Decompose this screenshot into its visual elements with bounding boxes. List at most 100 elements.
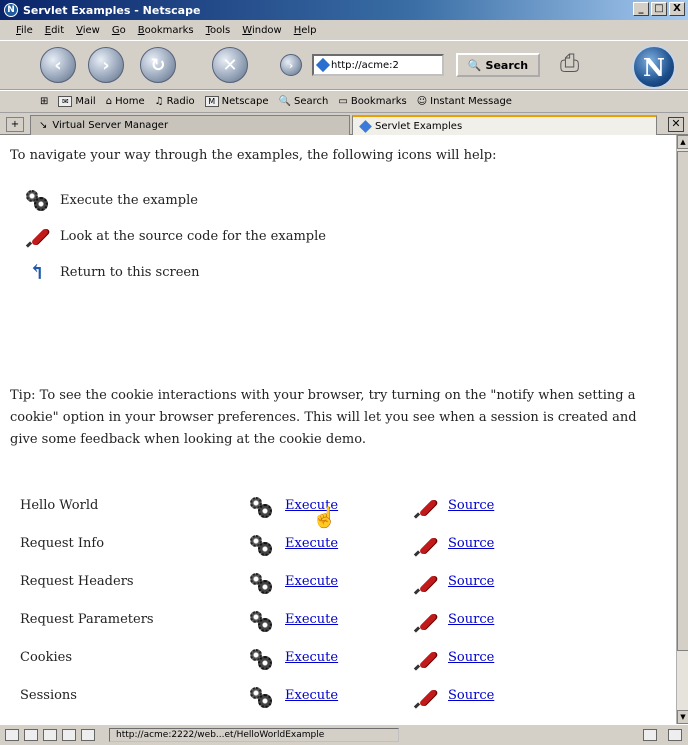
netscape-app-icon[interactable]: N <box>4 3 18 17</box>
toolbar-netscape[interactable]: M Netscape <box>204 96 269 107</box>
execute-link[interactable]: Execute <box>285 574 338 589</box>
gears-icon[interactable] <box>250 648 272 670</box>
source-link[interactable]: Source <box>448 612 494 627</box>
close-button[interactable]: X <box>669 2 685 16</box>
example-name: Request Info <box>20 536 105 551</box>
menu-go[interactable]: Go <box>112 25 126 36</box>
pen-icon[interactable] <box>413 496 438 519</box>
tab-virtual-server-manager[interactable]: ↘ Virtual Server Manager <box>30 115 350 135</box>
tab-servlet-examples[interactable]: Servlet Examples <box>352 115 657 135</box>
personal-toolbar: ⊞ ✉ Mail ⌂ Home ♫ Radio M Netscape 🔍 Search ▭… <box>0 91 688 113</box>
execute-link[interactable]: Execute <box>285 650 338 665</box>
source-link[interactable]: Source <box>448 650 494 665</box>
toolbar-radio[interactable]: ♫ Radio <box>155 96 195 107</box>
home-icon: ⌂ <box>105 96 113 107</box>
menu-file[interactable]: File <box>16 25 33 36</box>
toolbar-search[interactable]: 🔍 Search <box>279 96 329 107</box>
table-row: Sessions Execute Source <box>0 678 660 716</box>
tab-page-icon <box>359 119 372 133</box>
gears-icon[interactable] <box>250 572 272 594</box>
table-row: Request Headers Execute Source <box>0 564 660 602</box>
source-link[interactable]: Source <box>448 688 494 703</box>
menu-tools[interactable]: Tools <box>206 25 231 36</box>
intro-text: To navigate your way through the example… <box>10 148 497 163</box>
url-go-icon[interactable]: › <box>280 54 302 76</box>
search-icon: 🔍 <box>278 96 292 107</box>
maximize-button[interactable]: □ <box>651 2 667 16</box>
url-text: http://acme:2 <box>331 59 399 71</box>
composer-icon[interactable] <box>62 729 76 741</box>
pen-icon[interactable] <box>413 572 438 595</box>
source-link[interactable]: Source <box>448 498 494 513</box>
gears-icon[interactable] <box>250 496 272 518</box>
address-book-icon[interactable] <box>81 729 95 741</box>
menu-window[interactable]: Window <box>242 25 281 36</box>
toolbar-home[interactable]: ⌂ Home <box>106 96 145 107</box>
source-link[interactable]: Source <box>448 574 494 589</box>
table-row: Cookies Execute Source <box>0 640 660 678</box>
toolbar-instant-message[interactable]: ☺ Instant Message <box>417 96 512 107</box>
im-icon: ☺ <box>416 96 428 107</box>
scroll-down-icon[interactable]: ▼ <box>677 710 688 724</box>
example-name: Request Headers <box>20 574 134 589</box>
execute-link[interactable]: Execute <box>285 536 338 551</box>
gears-icon[interactable] <box>250 610 272 632</box>
tab-page-icon: ↘ <box>39 120 48 131</box>
status-bar: http://acme:2222/web...et/HelloWorldExam… <box>0 724 688 745</box>
gears-icon[interactable] <box>250 686 272 708</box>
tip-text: Tip: To see the cookie interactions with… <box>10 388 637 447</box>
toolbar-home-tab-icon[interactable]: ⊞ <box>40 96 48 107</box>
pen-icon[interactable] <box>413 610 438 633</box>
table-row: Request Info Execute Source <box>0 526 660 564</box>
print-icon[interactable]: ⎙ <box>560 49 600 81</box>
example-name: Cookies <box>20 650 72 665</box>
search-button[interactable]: 🔍 Search <box>456 53 540 77</box>
status-indicators <box>638 729 682 741</box>
url-field[interactable]: http://acme:2 <box>312 54 444 76</box>
navigator-icon[interactable] <box>5 729 19 741</box>
menu-bar: File Edit View Go Bookmarks Tools Window… <box>0 20 688 40</box>
reload-icon[interactable]: ↻ <box>140 47 176 83</box>
menu-view[interactable]: View <box>76 25 100 36</box>
new-tab-icon[interactable]: + <box>6 117 24 132</box>
mail-icon[interactable] <box>24 729 38 741</box>
window-title: Servlet Examples - Netscape <box>23 3 201 17</box>
minimize-button[interactable]: _ <box>633 2 649 16</box>
menu-bookmarks[interactable]: Bookmarks <box>138 25 194 36</box>
toolbar-bookmarks[interactable]: ▭ Bookmarks <box>338 96 406 107</box>
pen-icon[interactable] <box>413 686 438 709</box>
online-status-icon[interactable] <box>643 729 657 741</box>
legend-source: Look at the source code for the example <box>25 225 326 248</box>
status-url: http://acme:2222/web...et/HelloWorldExam… <box>109 728 399 742</box>
tab-bar: + ↘ Virtual Server Manager Servlet Examp… <box>0 113 688 135</box>
radio-icon: ♫ <box>154 96 164 107</box>
vertical-scrollbar[interactable]: ▲ ▼ <box>676 135 688 724</box>
page-content: To navigate your way through the example… <box>0 135 676 724</box>
menu-edit[interactable]: Edit <box>45 25 64 36</box>
source-link[interactable]: Source <box>448 536 494 551</box>
menu-help[interactable]: Help <box>294 25 317 36</box>
pen-icon[interactable] <box>413 534 438 557</box>
netscape-logo[interactable]: N <box>632 45 676 89</box>
magnifier-icon: 🔍 <box>467 58 482 72</box>
gears-icon[interactable] <box>250 534 272 556</box>
execute-link[interactable]: Execute <box>285 688 338 703</box>
forward-icon[interactable]: › <box>88 47 124 83</box>
legend-execute: Execute the example <box>26 189 198 211</box>
security-icon[interactable] <box>668 729 682 741</box>
execute-link[interactable]: Execute <box>285 612 338 627</box>
page-proxy-icon <box>315 57 331 73</box>
example-name: Sessions <box>20 688 77 703</box>
back-icon[interactable]: ‹ <box>40 47 76 83</box>
scroll-thumb[interactable] <box>677 151 688 651</box>
im-icon[interactable] <box>43 729 57 741</box>
example-name: Hello World <box>20 498 99 513</box>
scroll-up-icon[interactable]: ▲ <box>677 135 688 149</box>
toolbar-mail[interactable]: ✉ Mail <box>58 96 96 107</box>
example-name: Request Parameters <box>20 612 154 627</box>
close-tab-icon[interactable]: ✕ <box>668 117 684 132</box>
stop-icon[interactable]: ✕ <box>212 47 248 83</box>
legend-return: ↰ Return to this screen <box>26 261 200 283</box>
mail-icon: ✉ <box>58 96 73 107</box>
pen-icon[interactable] <box>413 648 438 671</box>
